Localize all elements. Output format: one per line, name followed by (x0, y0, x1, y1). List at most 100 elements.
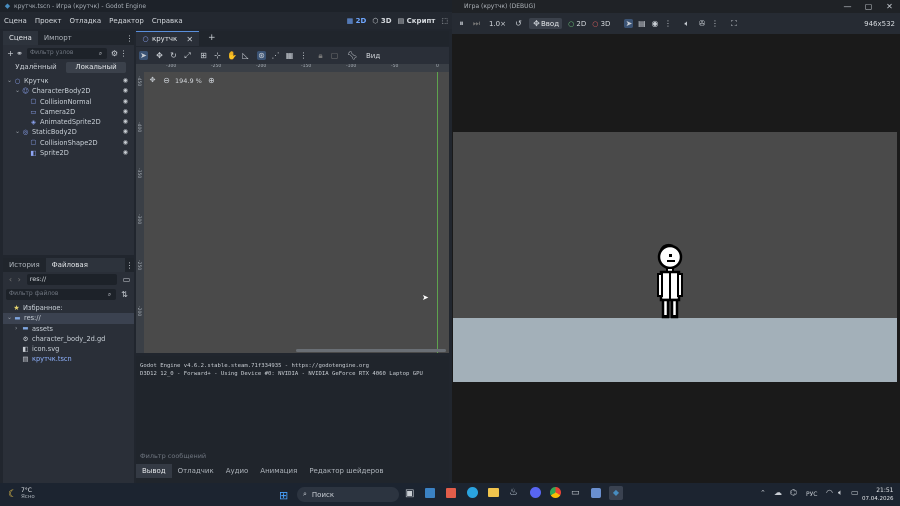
close-icon[interactable]: ✕ (185, 35, 194, 44)
speed-button[interactable]: 1.0× (489, 20, 506, 28)
app-icon[interactable] (591, 488, 601, 498)
zoom-in-icon[interactable]: ⊕ (207, 76, 216, 85)
network-icon[interactable]: ⌬ (790, 488, 797, 497)
back-icon[interactable]: ‹ (6, 275, 15, 284)
eye-icon[interactable]: ◉ (123, 138, 128, 148)
scene-tree-node[interactable]: ▭ Camera2D ◉ (3, 107, 134, 117)
windows-start-icon[interactable]: ⊞ (279, 489, 288, 502)
chevron-up-icon[interactable]: ⌃ (760, 489, 766, 497)
view-menu[interactable]: Вид (366, 52, 380, 60)
scene-tree-node[interactable]: ▢ CollisionShape2D ◉ (3, 138, 134, 148)
eye-icon[interactable]: ◉ (123, 76, 128, 86)
scale-tool-icon[interactable]: ⤢ (183, 51, 192, 60)
menu-scene[interactable]: Сцена (0, 17, 31, 25)
more-icon[interactable]: ⋮ (663, 19, 672, 28)
node-filter-field[interactable]: Фильтр узлов ⌕ (27, 47, 107, 59)
link-icon[interactable]: ⚭ (15, 49, 24, 58)
scene-tree-node[interactable]: ◧ Sprite2D ◉ (3, 148, 134, 158)
zoom-out-icon[interactable]: ⊖ (162, 76, 171, 85)
mode-3d-button[interactable]: ⬡ 3D (372, 17, 391, 25)
menu-editor[interactable]: Редактор (105, 17, 148, 25)
minimize-icon[interactable]: — (843, 2, 852, 11)
eye-icon[interactable]: ◉ (123, 127, 128, 137)
scene-tree-node[interactable]: ▢ CollisionNormal ◉ (3, 97, 134, 107)
rotate-tool-icon[interactable]: ↻ (169, 51, 178, 60)
godot-taskbar-icon[interactable]: ◆ (609, 486, 623, 500)
select-tool-icon[interactable]: ➤ (139, 51, 148, 60)
mode-2d-button[interactable]: ▦ 2D (347, 17, 367, 25)
measure-tool-icon[interactable]: ◺ (241, 51, 250, 60)
sort-icon[interactable]: ⇅ (120, 290, 129, 299)
local-button[interactable]: Локальный (66, 61, 126, 73)
lock-icon[interactable]: 🔒︎ (316, 51, 325, 60)
visibility-icon[interactable]: ◉ (650, 19, 659, 28)
select-icon[interactable]: ➤ (624, 19, 634, 28)
more-icon[interactable]: ⋮ (119, 49, 128, 58)
mute-icon[interactable]: 🔈︎ (682, 19, 691, 28)
split-view-icon[interactable]: ▭ (122, 275, 131, 284)
zoom-level[interactable]: 194.9 % (175, 77, 202, 85)
list-icon[interactable]: ▤ (637, 19, 646, 28)
steam-icon[interactable]: ♨ (509, 487, 518, 498)
taskbar-search[interactable]: ⌕ Поиск (297, 487, 399, 502)
scene-tree-node[interactable]: ⌄ ○ Крутчк ◉ (3, 76, 134, 86)
scene-tree-node[interactable]: ⌄ ◎ StaticBody2D ◉ (3, 127, 134, 137)
ruler-tool-icon[interactable]: ⊞ (199, 51, 208, 60)
discord-icon[interactable] (530, 487, 541, 498)
add-node-icon[interactable]: + (6, 49, 15, 58)
add-tab-icon[interactable]: + (207, 34, 216, 43)
forward-icon[interactable]: › (15, 275, 24, 284)
pause-icon[interactable]: ⏸ (457, 19, 466, 28)
file-tree-item[interactable]: ⌄ ▬ res:// (3, 313, 134, 324)
scene-tree-node[interactable]: ◈ AnimatedSprite2D ◉ (3, 117, 134, 127)
remote-button[interactable]: Удалённый (6, 63, 66, 71)
path-field[interactable]: res:// (26, 274, 118, 285)
chrome-icon[interactable] (550, 487, 561, 498)
menu-help[interactable]: Справка (148, 17, 187, 25)
eye-icon[interactable]: ◉ (123, 117, 128, 127)
tab-filesystem[interactable]: Файловая система (45, 258, 126, 283)
tab-scene[interactable]: Сцена (3, 31, 38, 45)
battery-icon[interactable]: ▭ (851, 488, 859, 497)
bone-icon[interactable]: 🦴︎ (347, 51, 357, 60)
scene-tree-node[interactable]: ⌄ ☺ CharacterBody2D ◉ (3, 86, 134, 96)
file-tree-item[interactable]: ⚙ character_body_2d.gd (3, 334, 134, 344)
dock-menu-icon[interactable]: ⋮ (125, 34, 134, 43)
game-3d-button[interactable]: ○ 3D (592, 20, 610, 28)
file-tree-item[interactable]: › ▬ assets (3, 324, 134, 334)
weather-widget[interactable]: ☾ 7°C Ясно (8, 487, 35, 501)
tab-debugger[interactable]: Отладчик (172, 464, 220, 478)
dock-menu-icon[interactable]: ⋮ (125, 261, 134, 270)
widgets-icon[interactable] (425, 488, 435, 498)
grid-snap-icon[interactable]: ▦ (285, 51, 294, 60)
message-filter-field[interactable]: Фильтр сообщений (140, 452, 206, 460)
tab-history[interactable]: История (3, 258, 46, 272)
smart-snap-icon[interactable]: ⋰ (271, 51, 280, 60)
maximize-icon[interactable]: ▢ (864, 2, 873, 11)
store-icon[interactable] (446, 488, 456, 498)
close-icon[interactable]: ✕ (885, 2, 894, 11)
game-2d-button[interactable]: ○ 2D (568, 20, 586, 28)
snap-icon[interactable]: ⊛ (257, 51, 266, 60)
tab-import[interactable]: Импорт (38, 31, 78, 45)
group-icon[interactable]: ▢ (330, 51, 339, 60)
mode-script-button[interactable]: ▤ Скрипт (398, 17, 436, 25)
file-filter-field[interactable]: Фильтр файлов ⌕ (6, 288, 116, 300)
camera-icon[interactable]: ✇ (697, 19, 706, 28)
more-icon[interactable]: ⋮ (299, 51, 308, 60)
fullscreen-icon[interactable]: ⛶ (729, 19, 738, 28)
tab-animation[interactable]: Анимация (254, 464, 303, 478)
tab-shader-editor[interactable]: Редактор шейдеров (303, 464, 389, 478)
language-indicator[interactable]: РУС (806, 491, 817, 498)
scene-tab-krutchk[interactable]: ○ крутчк ✕ (136, 31, 200, 46)
eye-icon[interactable]: ◉ (123, 148, 128, 158)
eye-icon[interactable]: ◉ (123, 107, 128, 117)
onedrive-icon[interactable]: ☁ (774, 488, 782, 497)
clock[interactable]: 21:51 07.04.2026 (862, 487, 894, 503)
tab-audio[interactable]: Аудио (220, 464, 255, 478)
file-tree-item[interactable]: ◧ icon.svg (3, 344, 134, 354)
folder-icon[interactable] (488, 488, 499, 497)
menu-project[interactable]: Проект (31, 17, 66, 25)
menu-debug[interactable]: Отладка (65, 17, 105, 25)
center-view-icon[interactable]: ✥ (148, 76, 157, 85)
